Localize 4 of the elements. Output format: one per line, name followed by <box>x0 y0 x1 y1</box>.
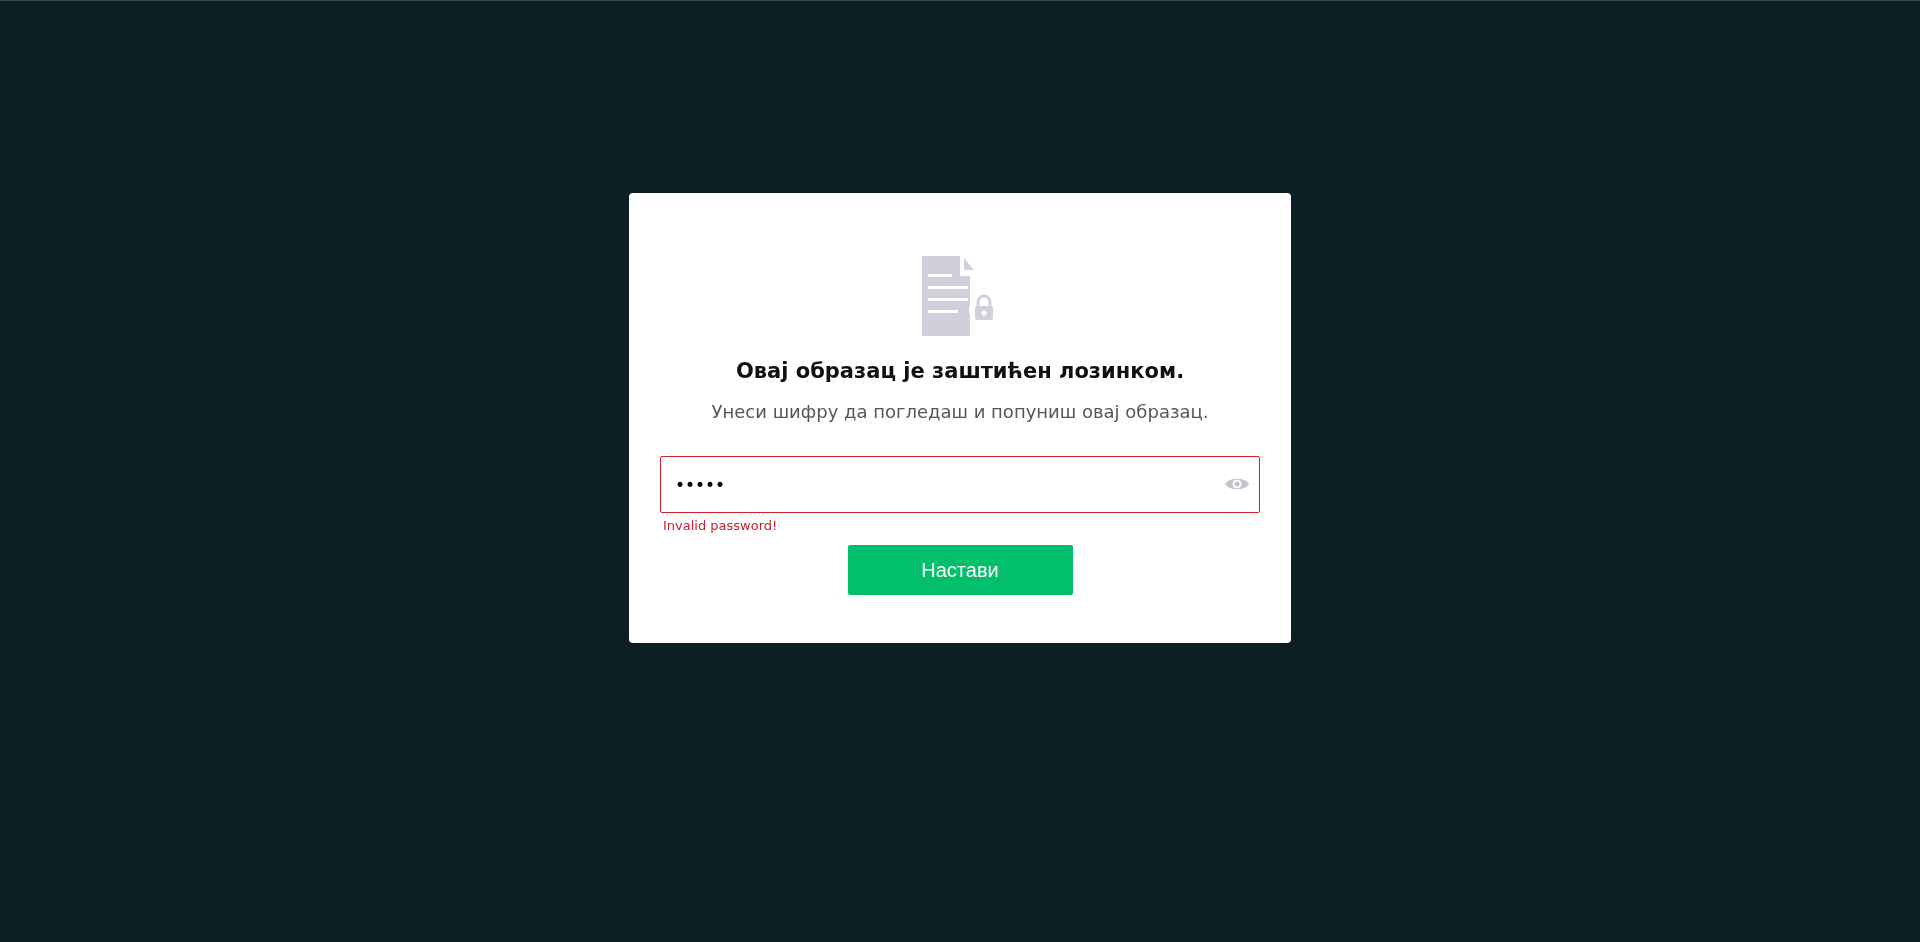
dialog-title: Овај образац је заштићен лозинком. <box>735 358 1185 385</box>
dialog-subtitle: Унеси шифру да погледаш и попуниш овај образац. <box>711 400 1209 424</box>
password-field[interactable]: ••••• <box>660 456 1260 513</box>
error-message: Invalid password! <box>663 518 778 533</box>
